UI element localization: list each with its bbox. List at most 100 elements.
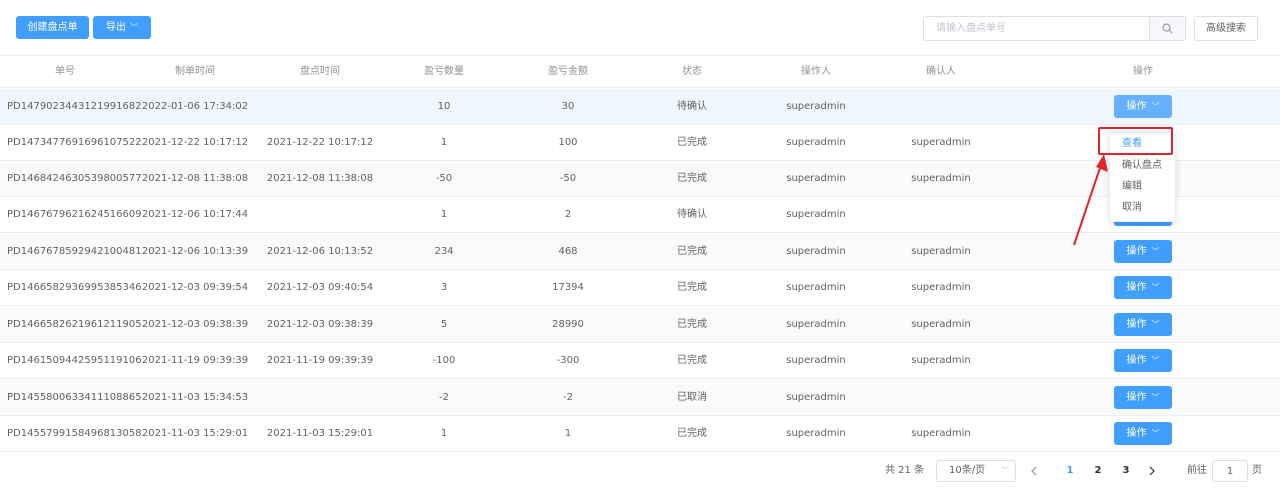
cell-confirmer	[876, 380, 1006, 416]
column-header-confirmer: 确认人	[926, 66, 956, 77]
actions-dropdown-button[interactable]: 操作 ﹀	[1114, 349, 1172, 372]
cell-amount: 1	[564, 428, 572, 439]
column-header-actions: 操作	[1133, 66, 1153, 77]
table-row[interactable]: PD1466582621961211905 2021-12-03 09:38:3…	[0, 307, 1280, 343]
create-stocktake-button[interactable]: 创建盘点单	[16, 16, 89, 39]
cell-status: 已完成	[677, 173, 707, 184]
cell-id: PD1455800633411108865	[7, 392, 142, 403]
chevron-down-icon: ﹀	[1151, 102, 1160, 111]
toolbar: 创建盘点单 导出 ﹀ 高级搜索	[0, 0, 1280, 56]
cell-qty: 5	[440, 319, 448, 330]
cell-confirmer	[876, 89, 1006, 125]
cell-amount: -50	[559, 173, 577, 184]
page-number-2[interactable]: 2	[1089, 460, 1107, 482]
column-header-status: 状态	[682, 66, 702, 77]
cell-operator: superadmin	[786, 355, 846, 366]
page-number-3[interactable]: 3	[1117, 460, 1135, 482]
cell-id: PD1461509442595119106	[7, 355, 142, 366]
cell-counted: 2021-12-06 10:13:52	[266, 246, 374, 257]
table-row[interactable]: PD1455799158496813058 2021-11-03 15:29:0…	[0, 416, 1280, 452]
cell-qty: -2	[439, 392, 449, 403]
cell-amount: 100	[558, 137, 578, 148]
cell-created: 2021-12-03 09:39:54	[141, 282, 249, 293]
cell-operator: superadmin	[786, 392, 846, 403]
goto-unit: 页	[1252, 465, 1262, 476]
export-label: 导出	[106, 22, 126, 33]
cell-created: 2021-12-08 11:38:08	[141, 173, 249, 184]
search-button[interactable]	[1149, 17, 1185, 40]
actions-dropdown-button[interactable]: 操作 ﹀	[1114, 313, 1172, 336]
cell-created: 2021-11-03 15:29:01	[141, 428, 249, 439]
cell-status: 已完成	[677, 246, 707, 257]
table-row[interactable]: PD1455800633411108865 2021-11-03 15:34:5…	[0, 380, 1280, 416]
cell-qty: 234	[434, 246, 454, 257]
goto-page-input[interactable]	[1212, 460, 1248, 482]
column-header-id: 单号	[55, 66, 75, 77]
cell-qty: 1	[440, 428, 448, 439]
chevron-down-icon: ﹀	[1151, 247, 1160, 256]
cell-operator: superadmin	[786, 173, 846, 184]
cell-confirmer: superadmin	[911, 319, 971, 330]
actions-dropdown-button[interactable]: 操作 ﹀	[1114, 95, 1172, 118]
cell-counted: 2021-11-03 15:29:01	[266, 428, 374, 439]
cell-confirmer: superadmin	[911, 246, 971, 257]
chevron-right-icon	[1149, 466, 1155, 476]
cell-operator: superadmin	[786, 137, 846, 148]
actions-dropdown-button[interactable]: 操作 ﹀	[1114, 240, 1172, 263]
prev-page-button[interactable]	[1030, 460, 1048, 482]
table-row[interactable]: PD1479023443121991682 2022-01-06 17:34:0…	[0, 89, 1280, 125]
menu-item-confirm-stocktake[interactable]: 确认盘点	[1110, 155, 1177, 176]
actions-dropdown-button[interactable]: 操作 ﹀	[1114, 422, 1172, 445]
cell-amount: 17394	[552, 282, 584, 293]
actions-label: 操作	[1126, 246, 1147, 257]
cell-id: PD1479023443121991682	[7, 101, 142, 112]
actions-label: 操作	[1126, 282, 1147, 293]
table-row[interactable]: PD1461509442595119106 2021-11-19 09:39:3…	[0, 343, 1280, 379]
next-page-button[interactable]	[1148, 460, 1166, 482]
cell-status: 待确认	[677, 209, 707, 220]
cell-created: 2021-12-22 10:17:12	[141, 137, 249, 148]
cell-qty: -50	[435, 173, 453, 184]
cell-status: 已完成	[677, 319, 707, 330]
cell-counted: 2021-12-03 09:38:39	[266, 319, 374, 330]
export-button[interactable]: 导出 ﹀	[93, 16, 151, 39]
chevron-down-icon: ﹀	[1151, 283, 1160, 292]
column-header-operator: 操作人	[801, 66, 831, 77]
pagination: 共 21 条 10条/页 ﹀ 1 2 3 前往 页	[0, 454, 1280, 489]
cell-counted: 2021-12-03 09:40:54	[266, 282, 374, 293]
cell-amount: 28990	[552, 319, 584, 330]
pagination-total: 共 21 条	[885, 465, 925, 476]
cell-id: PD1466582936995385346	[7, 282, 142, 293]
cell-id: PD1468424630539800577	[7, 173, 142, 184]
cell-confirmer: superadmin	[911, 173, 971, 184]
cell-created: 2021-12-06 10:13:39	[141, 246, 249, 257]
column-header-created: 制单时间	[175, 66, 215, 77]
cell-status: 待确认	[677, 101, 707, 112]
cell-operator: superadmin	[786, 101, 846, 112]
cell-operator: superadmin	[786, 246, 846, 257]
cell-operator: superadmin	[786, 209, 846, 220]
cell-confirmer: superadmin	[911, 428, 971, 439]
cell-amount: 468	[558, 246, 578, 257]
cell-status: 已完成	[677, 428, 707, 439]
menu-item-edit[interactable]: 编辑	[1110, 176, 1177, 197]
actions-dropdown-button[interactable]: 操作 ﹀	[1114, 276, 1172, 299]
annotation-arrow-icon	[1073, 154, 1108, 246]
cell-counted: 2021-12-22 10:17:12	[266, 137, 374, 148]
actions-label: 操作	[1126, 355, 1147, 366]
advanced-search-button[interactable]: 高级搜索	[1194, 16, 1258, 41]
menu-item-cancel[interactable]: 取消	[1110, 197, 1177, 218]
cell-created: 2021-11-03 15:34:53	[141, 392, 249, 403]
chevron-down-icon: ﹀	[1151, 356, 1160, 365]
cell-qty: 1	[440, 137, 448, 148]
goto-label: 前往	[1187, 465, 1207, 476]
cell-counted: 2021-11-19 09:39:39	[266, 355, 374, 366]
actions-dropdown-button[interactable]: 操作 ﹀	[1114, 386, 1172, 409]
cell-id: PD1466582621961211905	[7, 319, 142, 330]
page-number-1[interactable]: 1	[1061, 460, 1079, 482]
cell-confirmer	[876, 197, 1006, 233]
page-size-select[interactable]: 10条/页 ﹀	[936, 460, 1016, 482]
page-size-value: 10条/页	[949, 465, 986, 476]
search-input[interactable]	[924, 17, 1150, 40]
table-row[interactable]: PD1466582936995385346 2021-12-03 09:39:5…	[0, 270, 1280, 306]
